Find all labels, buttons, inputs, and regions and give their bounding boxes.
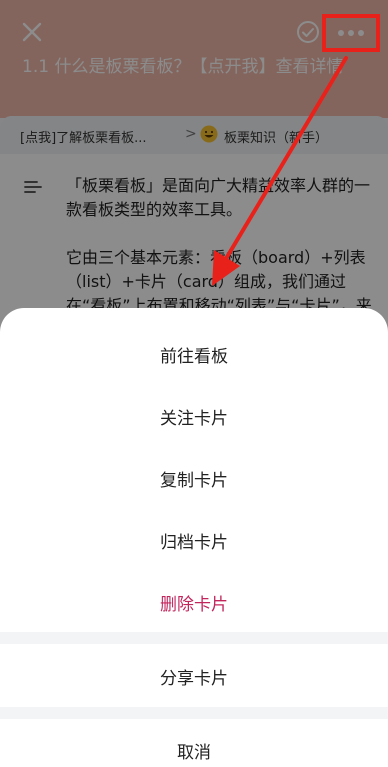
section-divider bbox=[0, 632, 388, 644]
annotation-highlight-box bbox=[322, 14, 380, 52]
section-divider bbox=[0, 707, 388, 719]
go-to-board-button[interactable]: 前往看板 bbox=[0, 323, 388, 385]
cancel-button[interactable]: 取消 bbox=[0, 719, 388, 767]
archive-card-button[interactable]: 归档卡片 bbox=[0, 509, 388, 571]
delete-card-button[interactable]: 删除卡片 bbox=[0, 571, 388, 633]
share-card-button[interactable]: 分享卡片 bbox=[0, 645, 388, 707]
action-sheet: 前往看板 关注卡片 复制卡片 归档卡片 删除卡片 分享卡片 取消 bbox=[0, 308, 388, 767]
copy-card-button[interactable]: 复制卡片 bbox=[0, 447, 388, 509]
follow-card-button[interactable]: 关注卡片 bbox=[0, 385, 388, 447]
